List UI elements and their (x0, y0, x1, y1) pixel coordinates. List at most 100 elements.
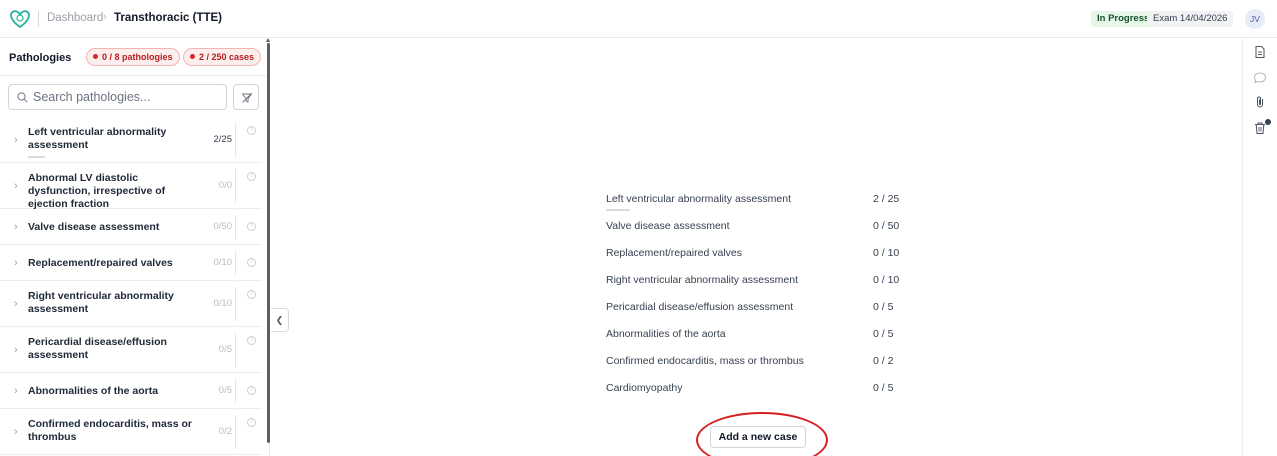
summary-row-value: 0 / 10 (873, 247, 900, 259)
sidebar-item-label: Abnormalities of the aorta (28, 385, 159, 397)
paperclip-icon[interactable] (1253, 95, 1267, 109)
notification-badge (1265, 119, 1271, 125)
sidebar-item[interactable]: › Abnormalities of the aorta 0/5? (0, 373, 262, 409)
sidebar-item-label: Confirmed endocarditis, mass or thrombus (28, 418, 192, 443)
cases-count-badge: 2 / 250 cases (183, 48, 262, 66)
summary-row: Valve disease assessment 0 / 50 (606, 216, 926, 243)
pathologies-sidebar: Pathologies 0 / 8 pathologies 2 / 250 ca… (0, 39, 270, 456)
sidebar-item-count: 0/5 (218, 344, 232, 355)
app-logo-icon[interactable] (9, 8, 31, 30)
chevron-right-icon[interactable]: › (14, 298, 18, 310)
status-dot-icon (93, 54, 98, 59)
info-icon[interactable]: ? (247, 290, 256, 299)
item-divider (235, 379, 236, 403)
summary-row-value: 2 / 25 (873, 193, 900, 205)
sidebar-item-count: 0/50 (213, 221, 233, 232)
summary-row-label: Abnormalities of the aorta (606, 328, 726, 340)
sidebar-item-label: Replacement/repaired valves (28, 257, 173, 269)
status-dot-icon (190, 54, 195, 59)
search-box[interactable] (8, 84, 227, 110)
info-icon[interactable]: ? (247, 258, 256, 267)
sidebar-item[interactable]: › Confirmed endocarditis, mass or thrombu… (0, 409, 262, 455)
header-divider (38, 11, 39, 27)
summary-row-label: Left ventricular abnormality assessment (606, 193, 791, 205)
summary-row: Pericardial disease/effusion assessment 0… (606, 297, 926, 324)
summary-row: Right ventricular abnormality assessment… (606, 270, 926, 297)
summary-row-label: Right ventricular abnormality assessment (606, 274, 798, 286)
add-new-case-button[interactable]: Add a new case (710, 426, 806, 448)
item-divider (235, 169, 236, 203)
filter-icon (241, 93, 253, 103)
chevron-right-icon[interactable]: › (14, 180, 18, 192)
summary-row: Left ventricular abnormality assessment 2… (606, 189, 926, 216)
filter-button[interactable] (233, 84, 259, 110)
summary-row-value: 0 / 2 (873, 355, 894, 367)
sidebar-item-count: 0/2 (218, 426, 232, 437)
sidebar-item-label: Right ventricular abnormality assessment (28, 290, 174, 315)
chevron-right-icon[interactable]: › (14, 426, 18, 438)
sidebar-item-count: 2/25 (213, 134, 233, 145)
summary-row-value: 0 / 5 (873, 328, 894, 340)
sidebar-item-count: 0/10 (213, 257, 233, 268)
info-icon[interactable]: ? (247, 336, 256, 345)
chevron-right-icon[interactable]: › (14, 257, 18, 269)
sidebar-item-label: Left ventricular abnormality assessment (28, 126, 167, 151)
chevron-left-icon: ❮ (275, 315, 284, 325)
sidebar-item-count: 0/5 (218, 385, 232, 396)
user-avatar[interactable]: JV (1245, 9, 1265, 29)
chevron-right-icon[interactable]: › (14, 385, 18, 397)
right-tool-rail (1242, 39, 1277, 456)
sidebar-item[interactable]: › Valve disease assessment 0/50? (0, 209, 262, 245)
summary-row-value: 0 / 50 (873, 220, 900, 232)
summary-row-label: Replacement/repaired valves (606, 247, 742, 259)
item-divider (235, 251, 236, 275)
scroll-up-arrow-icon[interactable] (266, 38, 270, 42)
sidebar-item[interactable]: › Pericardial disease/effusion assessment… (0, 327, 262, 373)
document-icon[interactable] (1253, 45, 1267, 59)
breadcrumb-current: Transthoracic (TTE) (114, 12, 222, 24)
sidebar-divider (0, 75, 269, 76)
sidebar-item[interactable]: › Left ventricular abnormality assessment… (0, 117, 262, 163)
info-icon[interactable]: ? (247, 172, 256, 181)
search-input[interactable] (33, 88, 223, 106)
item-divider (235, 287, 236, 321)
summary-row-value: 0 / 5 (873, 382, 894, 394)
pathology-list: › Left ventricular abnormality assessment… (0, 117, 262, 455)
progress-bar (28, 156, 45, 158)
sidebar-item-count: 0/10 (213, 298, 233, 309)
sidebar-item[interactable]: › Abnormal LV diastolic dysfunction, irre… (0, 163, 262, 210)
exam-date-badge: Exam 14/04/2026 (1147, 11, 1234, 27)
breadcrumb-dashboard[interactable]: Dashboard (47, 12, 103, 24)
info-icon[interactable]: ? (247, 386, 256, 395)
summary-row: Confirmed endocarditis, mass or thrombus… (606, 351, 926, 378)
comment-icon[interactable] (1253, 71, 1267, 85)
sidebar-title: Pathologies (9, 52, 72, 64)
sidebar-scrollbar[interactable] (266, 38, 270, 456)
item-divider (235, 415, 236, 449)
summary-row-label: Valve disease assessment (606, 220, 730, 232)
info-icon[interactable]: ? (247, 126, 256, 135)
item-divider (235, 123, 236, 157)
info-icon[interactable]: ? (247, 418, 256, 427)
sidebar-item[interactable]: › Replacement/repaired valves 0/10? (0, 245, 262, 281)
sidebar-item-label: Abnormal LV diastolic dysfunction, irres… (28, 172, 166, 210)
breadcrumb-chevron-icon: › (103, 11, 107, 23)
sidebar-item-count: 0/0 (218, 180, 232, 191)
pathology-summary: Left ventricular abnormality assessment 2… (606, 189, 926, 405)
summary-row-label: Cardiomyopathy (606, 382, 683, 394)
summary-row-label: Pericardial disease/effusion assessment (606, 301, 794, 313)
summary-row-value: 0 / 5 (873, 301, 894, 313)
summary-row: Abnormalities of the aorta 0 / 5 (606, 324, 926, 351)
chevron-right-icon[interactable]: › (14, 221, 18, 233)
chevron-right-icon[interactable]: › (14, 344, 18, 356)
sidebar-item[interactable]: › Right ventricular abnormality assessmen… (0, 281, 262, 327)
info-icon[interactable]: ? (247, 222, 256, 231)
top-header: Dashboard › Transthoracic (TTE) In Progr… (0, 0, 1277, 38)
sidebar-item-label: Valve disease assessment (28, 221, 160, 233)
progress-bar (606, 209, 630, 211)
summary-row-value: 0 / 10 (873, 274, 900, 286)
scrollbar-thumb[interactable] (267, 43, 270, 443)
sidebar-item-label: Pericardial disease/effusion assessment (28, 336, 167, 361)
collapse-sidebar-button[interactable]: ❮ (271, 308, 289, 332)
chevron-right-icon[interactable]: › (14, 134, 18, 146)
